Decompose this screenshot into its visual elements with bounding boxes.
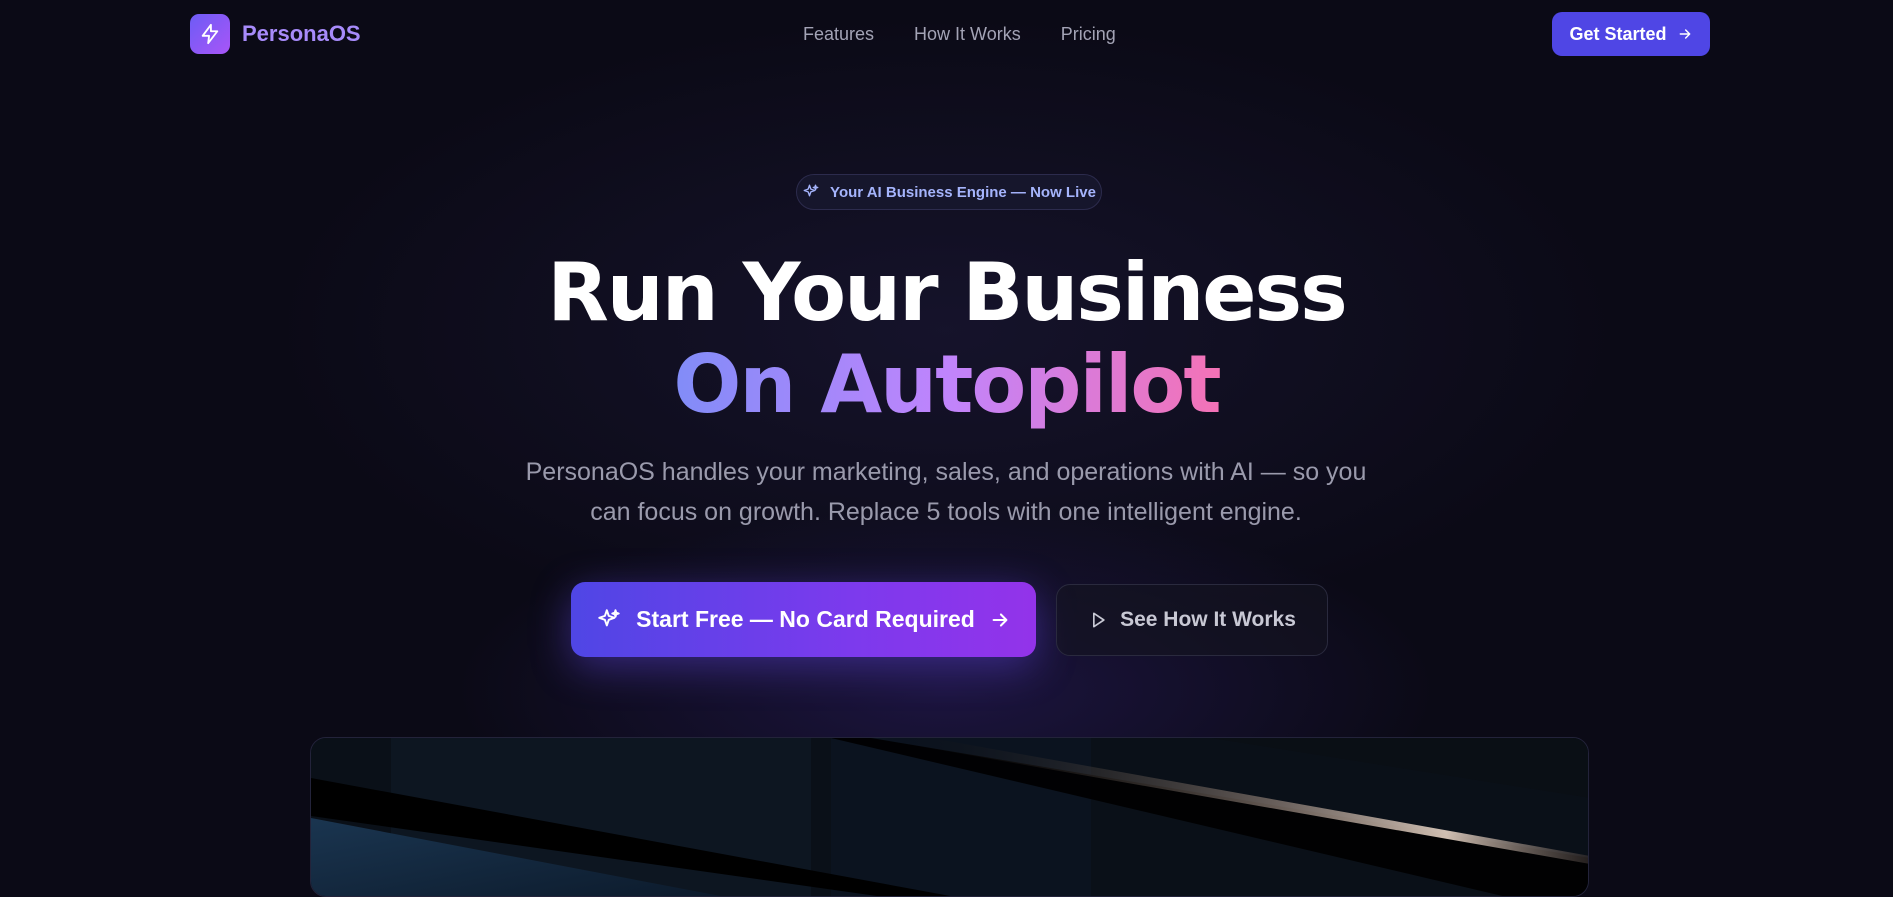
hero-title-line-1: Run Your Business (547, 246, 1348, 339)
hero-subtitle: PersonaOS handles your marketing, sales,… (496, 452, 1396, 532)
sparkles-icon (803, 184, 819, 197)
get-started-label: Get Started (1569, 23, 1667, 44)
hero-title-line-2: On Autopilot (0, 340, 1893, 430)
start-free-button[interactable]: Start Free — No Card Required (571, 582, 1036, 657)
start-free-label: Start Free — No Card Required (636, 606, 975, 632)
arrow-right-icon (992, 612, 1008, 627)
play-icon (1093, 612, 1105, 628)
brand-name: PersonaOS (242, 21, 361, 46)
see-how-it-works-button[interactable]: See How It Works (1056, 584, 1328, 656)
nav-link-pricing[interactable]: Pricing (1061, 24, 1116, 45)
announcement-badge: Your AI Business Engine — Now Live (796, 174, 1102, 210)
bolt-icon (190, 14, 230, 54)
hero-subtitle-line-1: PersonaOS handles your marketing, sales,… (525, 458, 1367, 486)
top-navigation: PersonaOS Features How It Works Pricing … (0, 0, 1893, 70)
sparkles-icon (598, 608, 620, 626)
nav-link-how-it-works[interactable]: How It Works (914, 24, 1021, 45)
nav-links: Features How It Works Pricing (803, 24, 1156, 45)
see-how-it-works-label: See How It Works (1120, 608, 1296, 631)
arrow-right-icon (1679, 29, 1690, 39)
nav-link-features[interactable]: Features (803, 24, 874, 45)
badge-text: Your AI Business Engine — Now Live (830, 183, 1096, 201)
get-started-button[interactable]: Get Started (1552, 12, 1710, 56)
logo-link[interactable]: PersonaOS (190, 14, 361, 54)
hero-subtitle-line-2: can focus on growth. Replace 5 tools wit… (590, 498, 1302, 526)
product-preview-image (310, 737, 1589, 897)
hero-title-gradient-text: On Autopilot (673, 338, 1221, 431)
